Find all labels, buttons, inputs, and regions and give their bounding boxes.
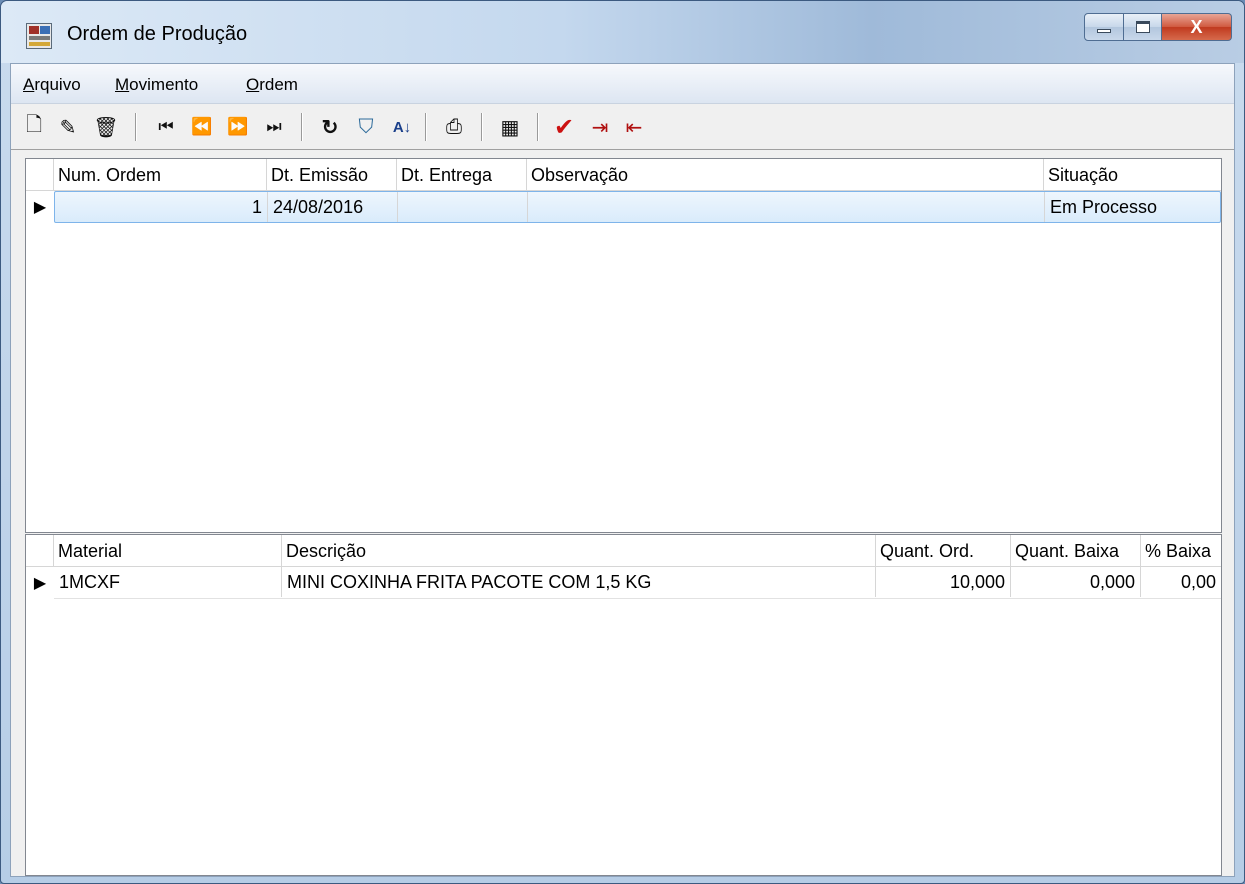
toolbar-separator bbox=[301, 113, 303, 141]
row-indicator-icon: ▶ bbox=[26, 567, 54, 599]
export-icon: ⇤ bbox=[625, 116, 643, 139]
cell-situacao: Em Processo bbox=[1050, 197, 1158, 217]
confirm-icon: ✔ bbox=[553, 113, 575, 141]
menu-ordem[interactable]: Ordem bbox=[246, 75, 298, 95]
materials-grid[interactable]: Material Descrição Quant. Ord. Quant. Ba… bbox=[25, 534, 1222, 876]
first-record-button[interactable]: ⏮ bbox=[151, 112, 181, 142]
import-icon: ⇥ bbox=[591, 116, 609, 139]
menu-arquivo[interactable]: Arquivo bbox=[23, 75, 81, 95]
cell-quant-baixa: 0,000 bbox=[1011, 567, 1141, 597]
orders-grid-header: Num. Ordem Dt. Emissão Dt. Entrega Obser… bbox=[26, 159, 1221, 191]
row-indicator-icon: ▶ bbox=[26, 191, 54, 223]
column-header[interactable]: Num. Ordem bbox=[54, 159, 267, 191]
export-button[interactable]: ⇤ bbox=[619, 112, 649, 142]
next-record-button[interactable]: ⏩ bbox=[223, 112, 253, 142]
cell-dt-entrega bbox=[398, 192, 528, 222]
prev-record-button[interactable]: ⏪ bbox=[187, 112, 217, 142]
title-bar[interactable]: Ordem de Produção X bbox=[1, 1, 1244, 63]
filter-button[interactable]: ⛉ bbox=[351, 112, 381, 142]
import-button[interactable]: ⇥ bbox=[585, 112, 615, 142]
orders-grid[interactable]: Num. Ordem Dt. Emissão Dt. Entrega Obser… bbox=[25, 158, 1222, 533]
sort-az-icon: A↓ bbox=[392, 118, 412, 136]
cell-descricao: MINI COXINHA FRITA PACOTE COM 1,5 KG bbox=[282, 567, 876, 597]
column-header[interactable]: Material bbox=[54, 535, 282, 567]
delete-button[interactable]: 🗑 bbox=[91, 112, 121, 142]
new-button[interactable]: 🗋 bbox=[19, 112, 49, 142]
materials-grid-header: Material Descrição Quant. Ord. Quant. Ba… bbox=[26, 535, 1221, 567]
cell-num-ordem: 1 bbox=[55, 192, 268, 222]
close-button[interactable]: X bbox=[1162, 13, 1232, 41]
column-header[interactable]: Descrição bbox=[282, 535, 876, 567]
maximize-button[interactable] bbox=[1124, 13, 1162, 41]
cell-dt-emissao: 24/08/2016 bbox=[268, 192, 398, 222]
table-row[interactable]: 1MCXF MINI COXINHA FRITA PACOTE COM 1,5 … bbox=[54, 567, 1221, 599]
main-window: Ordem de Produção X Arquivo Movimento Or… bbox=[0, 0, 1245, 884]
refresh-button[interactable]: ↻ bbox=[315, 112, 345, 142]
print-button[interactable]: ⎙ bbox=[439, 112, 469, 142]
edit-button[interactable]: ✎ bbox=[53, 112, 83, 142]
first-record-icon: ⏮ bbox=[158, 117, 174, 136]
column-header[interactable]: Observação bbox=[527, 159, 1044, 191]
menu-bar: Arquivo Movimento Ordem bbox=[11, 64, 1234, 104]
toolbar-separator bbox=[135, 113, 137, 141]
minimize-icon bbox=[1097, 29, 1111, 33]
cell-pct-baixa: 0,00 bbox=[1180, 572, 1216, 592]
column-header[interactable]: Dt. Entrega bbox=[397, 159, 527, 191]
filter-icon: ⛉ bbox=[358, 115, 374, 138]
cell-observacao bbox=[528, 192, 1045, 222]
indicator-header bbox=[26, 159, 54, 191]
cell-material: 1MCXF bbox=[54, 567, 282, 597]
column-header[interactable]: % Baixa bbox=[1141, 535, 1221, 567]
app-icon bbox=[26, 23, 52, 49]
print-icon: ⎙ bbox=[446, 115, 462, 138]
delete-icon: 🗑 bbox=[93, 116, 119, 139]
menu-movimento[interactable]: Movimento bbox=[115, 75, 198, 95]
next-record-icon: ⏩ bbox=[227, 117, 249, 136]
toolbar-separator bbox=[481, 113, 483, 141]
window-title: Ordem de Produção bbox=[67, 23, 248, 45]
properties-icon: ▦ bbox=[500, 116, 520, 139]
prev-record-icon: ⏪ bbox=[191, 117, 213, 136]
column-header[interactable]: Dt. Emissão bbox=[267, 159, 397, 191]
sort-button[interactable]: A↓ bbox=[387, 112, 417, 142]
edit-icon: ✎ bbox=[59, 116, 77, 139]
confirm-button[interactable]: ✔ bbox=[549, 112, 579, 142]
properties-button[interactable]: ▦ bbox=[495, 112, 525, 142]
close-icon: X bbox=[1190, 16, 1203, 37]
last-record-button[interactable]: ⏭ bbox=[259, 112, 289, 142]
toolbar: 🗋 ✎ 🗑 ⏮ ⏪ ⏩ ⏭ ↻ ⛉ A↓ ⎙ ▦ ✔ ⇥ ⇤ bbox=[11, 104, 1234, 150]
column-header[interactable]: Quant. Ord. bbox=[876, 535, 1011, 567]
toolbar-separator bbox=[425, 113, 427, 141]
minimize-button[interactable] bbox=[1084, 13, 1124, 41]
column-header[interactable]: Quant. Baixa bbox=[1011, 535, 1141, 567]
last-record-icon: ⏭ bbox=[266, 117, 282, 136]
cell-quant-ord: 10,000 bbox=[876, 567, 1011, 597]
maximize-icon bbox=[1135, 21, 1150, 33]
indicator-header bbox=[26, 535, 54, 567]
toolbar-separator bbox=[537, 113, 539, 141]
column-header[interactable]: Situação bbox=[1044, 159, 1221, 191]
refresh-icon: ↻ bbox=[321, 116, 339, 139]
caption-buttons: X bbox=[1084, 13, 1232, 41]
client-area: Arquivo Movimento Ordem 🗋 ✎ 🗑 ⏮ ⏪ ⏩ ⏭ ↻ … bbox=[10, 63, 1235, 877]
new-icon: 🗋 bbox=[25, 114, 43, 136]
table-row[interactable]: 1 24/08/2016 Em Processo bbox=[54, 191, 1221, 223]
